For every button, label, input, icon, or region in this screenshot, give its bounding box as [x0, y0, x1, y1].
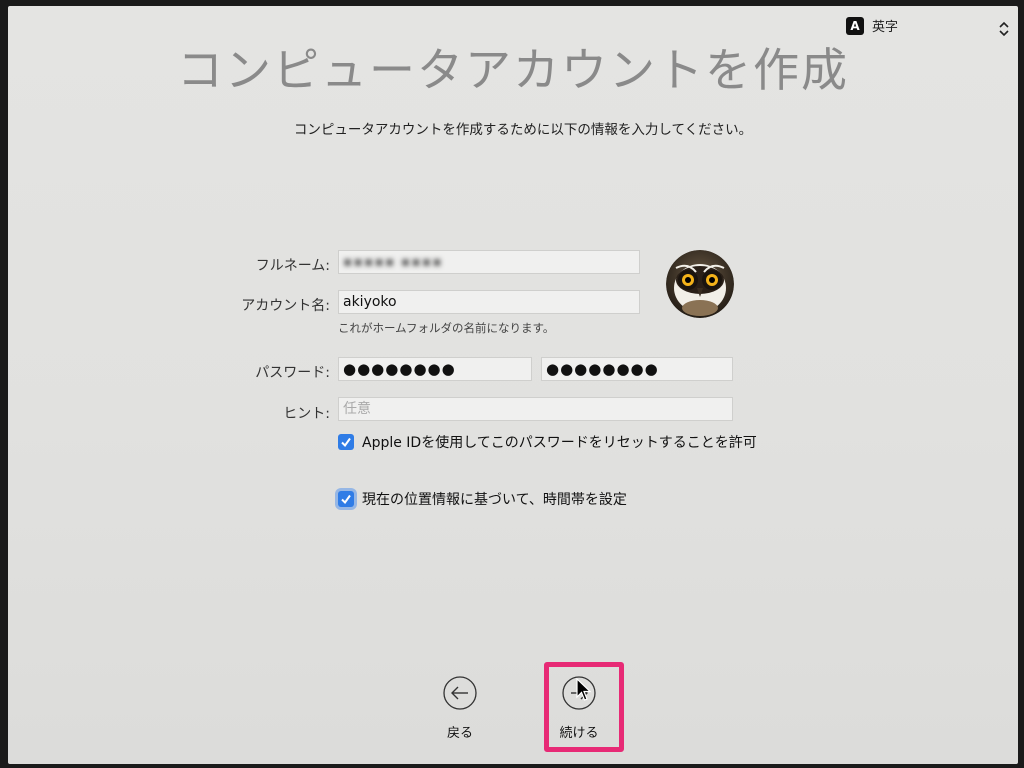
page-title: コンピュータアカウントを作成	[177, 43, 849, 97]
location-timezone-label: 現在の位置情報に基づいて、時間帯を設定	[362, 492, 627, 508]
location-timezone-checkbox[interactable]	[338, 491, 354, 507]
account-name-value: akiyoko	[343, 294, 397, 310]
mouse-pointer-icon	[576, 678, 592, 701]
fullname-label: フルネーム:	[255, 258, 330, 274]
apple-id-reset-label: Apple IDを使用してこのパスワードをリセットすることを許可	[362, 435, 757, 451]
checkmark-icon	[341, 437, 351, 448]
account-name-label: アカウント名:	[241, 298, 330, 314]
page-subtitle: コンピュータアカウントを作成するために以下の情報を入力してください。	[293, 122, 753, 138]
setup-screen: A 英字 コンピュータアカウントを作成 コンピュータアカウントを作成するために以…	[8, 6, 1018, 764]
back-button[interactable]: 戻る	[430, 676, 490, 741]
input-source-menu[interactable]: A 英字	[846, 16, 898, 35]
hint-field[interactable]: 任意	[338, 397, 733, 421]
back-label: 戻る	[446, 726, 473, 741]
account-name-help: これがホームフォルダの名前になります。	[338, 321, 555, 335]
input-source-badge: A	[846, 16, 864, 35]
password-verify-value: ●●●●●●●●	[546, 360, 659, 378]
location-timezone-option[interactable]: 現在の位置情報に基づいて、時間帯を設定	[338, 489, 627, 509]
hint-placeholder: 任意	[343, 401, 371, 417]
password-field[interactable]: ●●●●●●●●	[338, 357, 532, 381]
password-value: ●●●●●●●●	[343, 360, 456, 378]
input-source-label: 英字	[872, 20, 899, 35]
hint-label: ヒント:	[283, 406, 330, 422]
fullname-value: ▪▪▪▪▪ ▪▪▪▪	[343, 254, 443, 270]
apple-id-reset-checkbox[interactable]	[338, 434, 354, 450]
account-name-field[interactable]: akiyoko	[338, 290, 640, 314]
fullname-field[interactable]: ▪▪▪▪▪ ▪▪▪▪	[338, 250, 640, 274]
arrow-left-circle-icon	[443, 676, 477, 710]
password-verify-field[interactable]: ●●●●●●●●	[541, 357, 733, 381]
apple-id-reset-option[interactable]: Apple IDを使用してこのパスワードをリセットすることを許可	[338, 432, 757, 452]
owl-avatar-icon[interactable]	[666, 250, 734, 318]
password-label: パスワード:	[255, 365, 330, 381]
continue-highlight-box	[544, 662, 624, 752]
checkmark-icon	[341, 494, 351, 505]
